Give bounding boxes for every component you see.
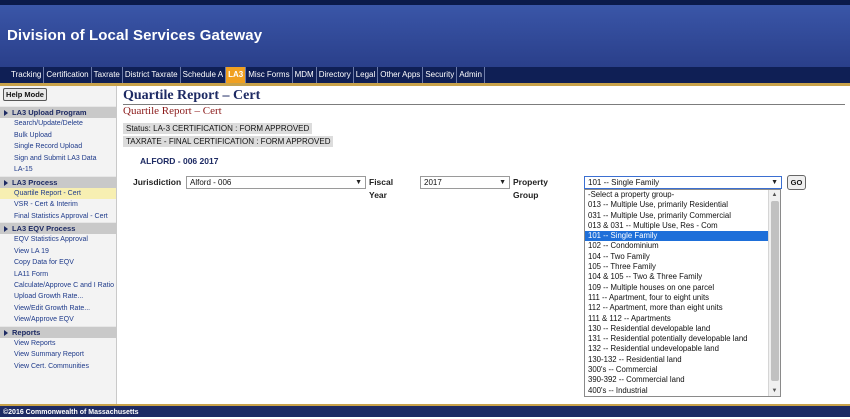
nav-tab-misc-forms[interactable]: Misc Forms <box>246 67 293 83</box>
sidebar-item[interactable]: EQV Statistics Approval <box>0 234 116 246</box>
sidebar-section-header[interactable]: Reports <box>0 325 116 338</box>
help-mode-button[interactable]: Help Mode <box>3 88 47 101</box>
property-group-label: Property Group <box>513 177 548 200</box>
dropdown-scrollbar[interactable]: ▲ ▼ <box>768 190 780 396</box>
status-certification: Status: LA-3 CERTIFICATION : FORM APPROV… <box>123 123 313 134</box>
dropdown-option[interactable]: 112 -- Apartment, more than eight units <box>585 303 769 313</box>
status-taxrate: TAXRATE - FINAL CERTIFICATION : FORM APP… <box>123 136 334 147</box>
property-group-value: 101 -- Single Family <box>588 178 660 187</box>
nav-tab-security[interactable]: Security <box>423 67 458 83</box>
property-group-select[interactable]: 101 -- Single Family ▼ <box>584 176 782 189</box>
sidebar-item[interactable]: View LA 19 <box>0 246 116 258</box>
sidebar-item[interactable]: View Cert. Communities <box>0 361 116 373</box>
nav-tab-la3[interactable]: LA3 <box>226 67 247 83</box>
dropdown-option[interactable]: 104 & 105 -- Two & Three Family <box>585 272 769 282</box>
sidebar-item[interactable]: Upload Growth Rate... <box>0 291 116 303</box>
fiscal-year-label: Fiscal Year <box>369 177 394 200</box>
jurisdiction-value: Alford - 006 <box>190 178 232 187</box>
triangle-right-icon <box>4 179 8 186</box>
dropdown-option[interactable]: 102 -- Condominium <box>585 241 769 251</box>
page-title: Quartile Report – Cert <box>123 88 261 103</box>
go-button[interactable]: GO <box>787 175 806 190</box>
title-divider <box>123 104 845 105</box>
sidebar-item[interactable]: View Reports <box>0 338 116 350</box>
scroll-up-icon[interactable]: ▲ <box>769 190 780 200</box>
dropdown-options: -Select a property group- 013 -- Multiple… <box>585 190 769 396</box>
chevron-down-icon: ▼ <box>771 179 778 186</box>
fiscal-year-select[interactable]: 2017 ▼ <box>420 176 510 189</box>
sidebar-item[interactable]: Quartile Report - Cert <box>0 187 116 199</box>
sidebar-section-title: LA3 Process <box>12 177 58 187</box>
triangle-right-icon <box>4 329 8 336</box>
sidebar-item[interactable]: Sign and Submit LA3 Data <box>0 153 116 165</box>
town-heading: ALFORD - 006 2017 <box>140 156 219 166</box>
dropdown-option[interactable]: 101 -- Single Family <box>585 231 769 242</box>
sidebar-section-title: Reports <box>12 327 41 337</box>
nav-tab-other-apps[interactable]: Other Apps <box>378 67 424 83</box>
sidebar-item[interactable]: View/Approve EQV <box>0 314 116 326</box>
triangle-right-icon <box>4 110 8 117</box>
sidebar-sections: LA3 Upload Program Search/Update/Delete Bu… <box>0 106 116 372</box>
footer: ©2016 Commonwealth of Massachusetts <box>0 404 850 417</box>
dropdown-option[interactable]: 390-392 -- Commercial land <box>585 375 769 385</box>
dropdown-option[interactable]: -Select a property group- <box>585 190 769 200</box>
sidebar-section-header[interactable]: LA3 EQV Process <box>0 222 116 234</box>
dropdown-option[interactable]: 131 -- Residential potentially developab… <box>585 334 769 344</box>
site-title: Division of Local Services Gateway <box>7 27 263 44</box>
sidebar-item[interactable]: Copy Data for EQV <box>0 257 116 269</box>
triangle-right-icon <box>4 226 8 233</box>
dropdown-option[interactable]: 130-132 -- Residential land <box>585 355 769 365</box>
nav-tab-taxrate[interactable]: Taxrate <box>92 67 123 83</box>
sidebar-section-title: LA3 EQV Process <box>12 224 76 233</box>
dropdown-option[interactable]: 400's -- Industrial <box>585 386 769 396</box>
dropdown-option[interactable]: 111 -- Apartment, four to eight units <box>585 293 769 303</box>
dropdown-option[interactable]: 013 & 031 -- Multiple Use, Res - Com <box>585 221 769 231</box>
sidebar-item[interactable]: Final Statistics Approval - Cert <box>0 211 116 223</box>
dropdown-option[interactable]: 300's -- Commercial <box>585 365 769 375</box>
jurisdiction-label: Jurisdiction <box>133 177 182 187</box>
sidebar-item[interactable]: Bulk Upload <box>0 130 116 142</box>
jurisdiction-select[interactable]: Alford - 006 ▼ <box>186 176 366 189</box>
chevron-down-icon: ▼ <box>499 179 506 186</box>
dropdown-option[interactable]: 132 -- Residential undevelopable land <box>585 344 769 354</box>
dropdown-option[interactable]: 105 -- Three Family <box>585 262 769 272</box>
sidebar-item[interactable]: LA11 Form <box>0 269 116 281</box>
sidebar: Help Mode LA3 Upload Program Search/Updat… <box>0 86 117 404</box>
dropdown-option[interactable]: 130 -- Residential developable land <box>585 324 769 334</box>
nav-tab-district-taxrate[interactable]: District Taxrate <box>123 67 181 83</box>
property-group-dropdown: -Select a property group- 013 -- Multiple… <box>584 189 781 397</box>
nav-tab-schedule-a[interactable]: Schedule A <box>181 67 227 83</box>
nav-tab-certification[interactable]: Certification <box>44 67 92 83</box>
dropdown-option[interactable]: 104 -- Two Family <box>585 252 769 262</box>
scroll-down-icon[interactable]: ▼ <box>769 386 780 396</box>
chevron-down-icon: ▼ <box>355 179 362 186</box>
nav-tab-tracking[interactable]: Tracking <box>9 67 45 83</box>
nav-tab-directory[interactable]: Directory <box>317 67 354 83</box>
sidebar-item[interactable]: LA-15 <box>0 164 116 176</box>
nav-tab-legal[interactable]: Legal <box>354 67 379 83</box>
dropdown-option[interactable]: 031 -- Multiple Use, primarily Commercia… <box>585 211 769 221</box>
sidebar-item[interactable]: Search/Update/Delete <box>0 118 116 130</box>
sidebar-section-header[interactable]: LA3 Upload Program <box>0 106 116 118</box>
main-nav: Tracking Certification Taxrate District Tax… <box>0 67 850 83</box>
site-header: Division of Local Services Gateway <box>0 5 850 67</box>
nav-divider <box>0 83 850 86</box>
sidebar-section-title: LA3 Upload Program <box>12 108 87 117</box>
sidebar-item[interactable]: Single Record Upload <box>0 141 116 153</box>
sidebar-item[interactable]: Calculate/Approve C and I Ratio <box>0 280 116 291</box>
dropdown-option[interactable]: 013 -- Multiple Use, primarily Residenti… <box>585 200 769 210</box>
sidebar-item[interactable]: View/Edit Growth Rate... <box>0 303 116 315</box>
fiscal-year-value: 2017 <box>424 178 442 187</box>
page-subtitle: Quartile Report – Cert <box>123 105 222 117</box>
dropdown-option[interactable]: 111 & 112 -- Apartments <box>585 314 769 324</box>
scroll-thumb[interactable] <box>771 201 779 381</box>
sidebar-section-header[interactable]: LA3 Process <box>0 175 116 188</box>
dropdown-option[interactable]: 109 -- Multiple houses on one parcel <box>585 283 769 293</box>
nav-tab-admin[interactable]: Admin <box>457 67 485 83</box>
nav-tab-mdm[interactable]: MDM <box>293 67 317 83</box>
sidebar-item[interactable]: VSR - Cert & Interim <box>0 199 116 211</box>
sidebar-item[interactable]: View Summary Report <box>0 349 116 361</box>
